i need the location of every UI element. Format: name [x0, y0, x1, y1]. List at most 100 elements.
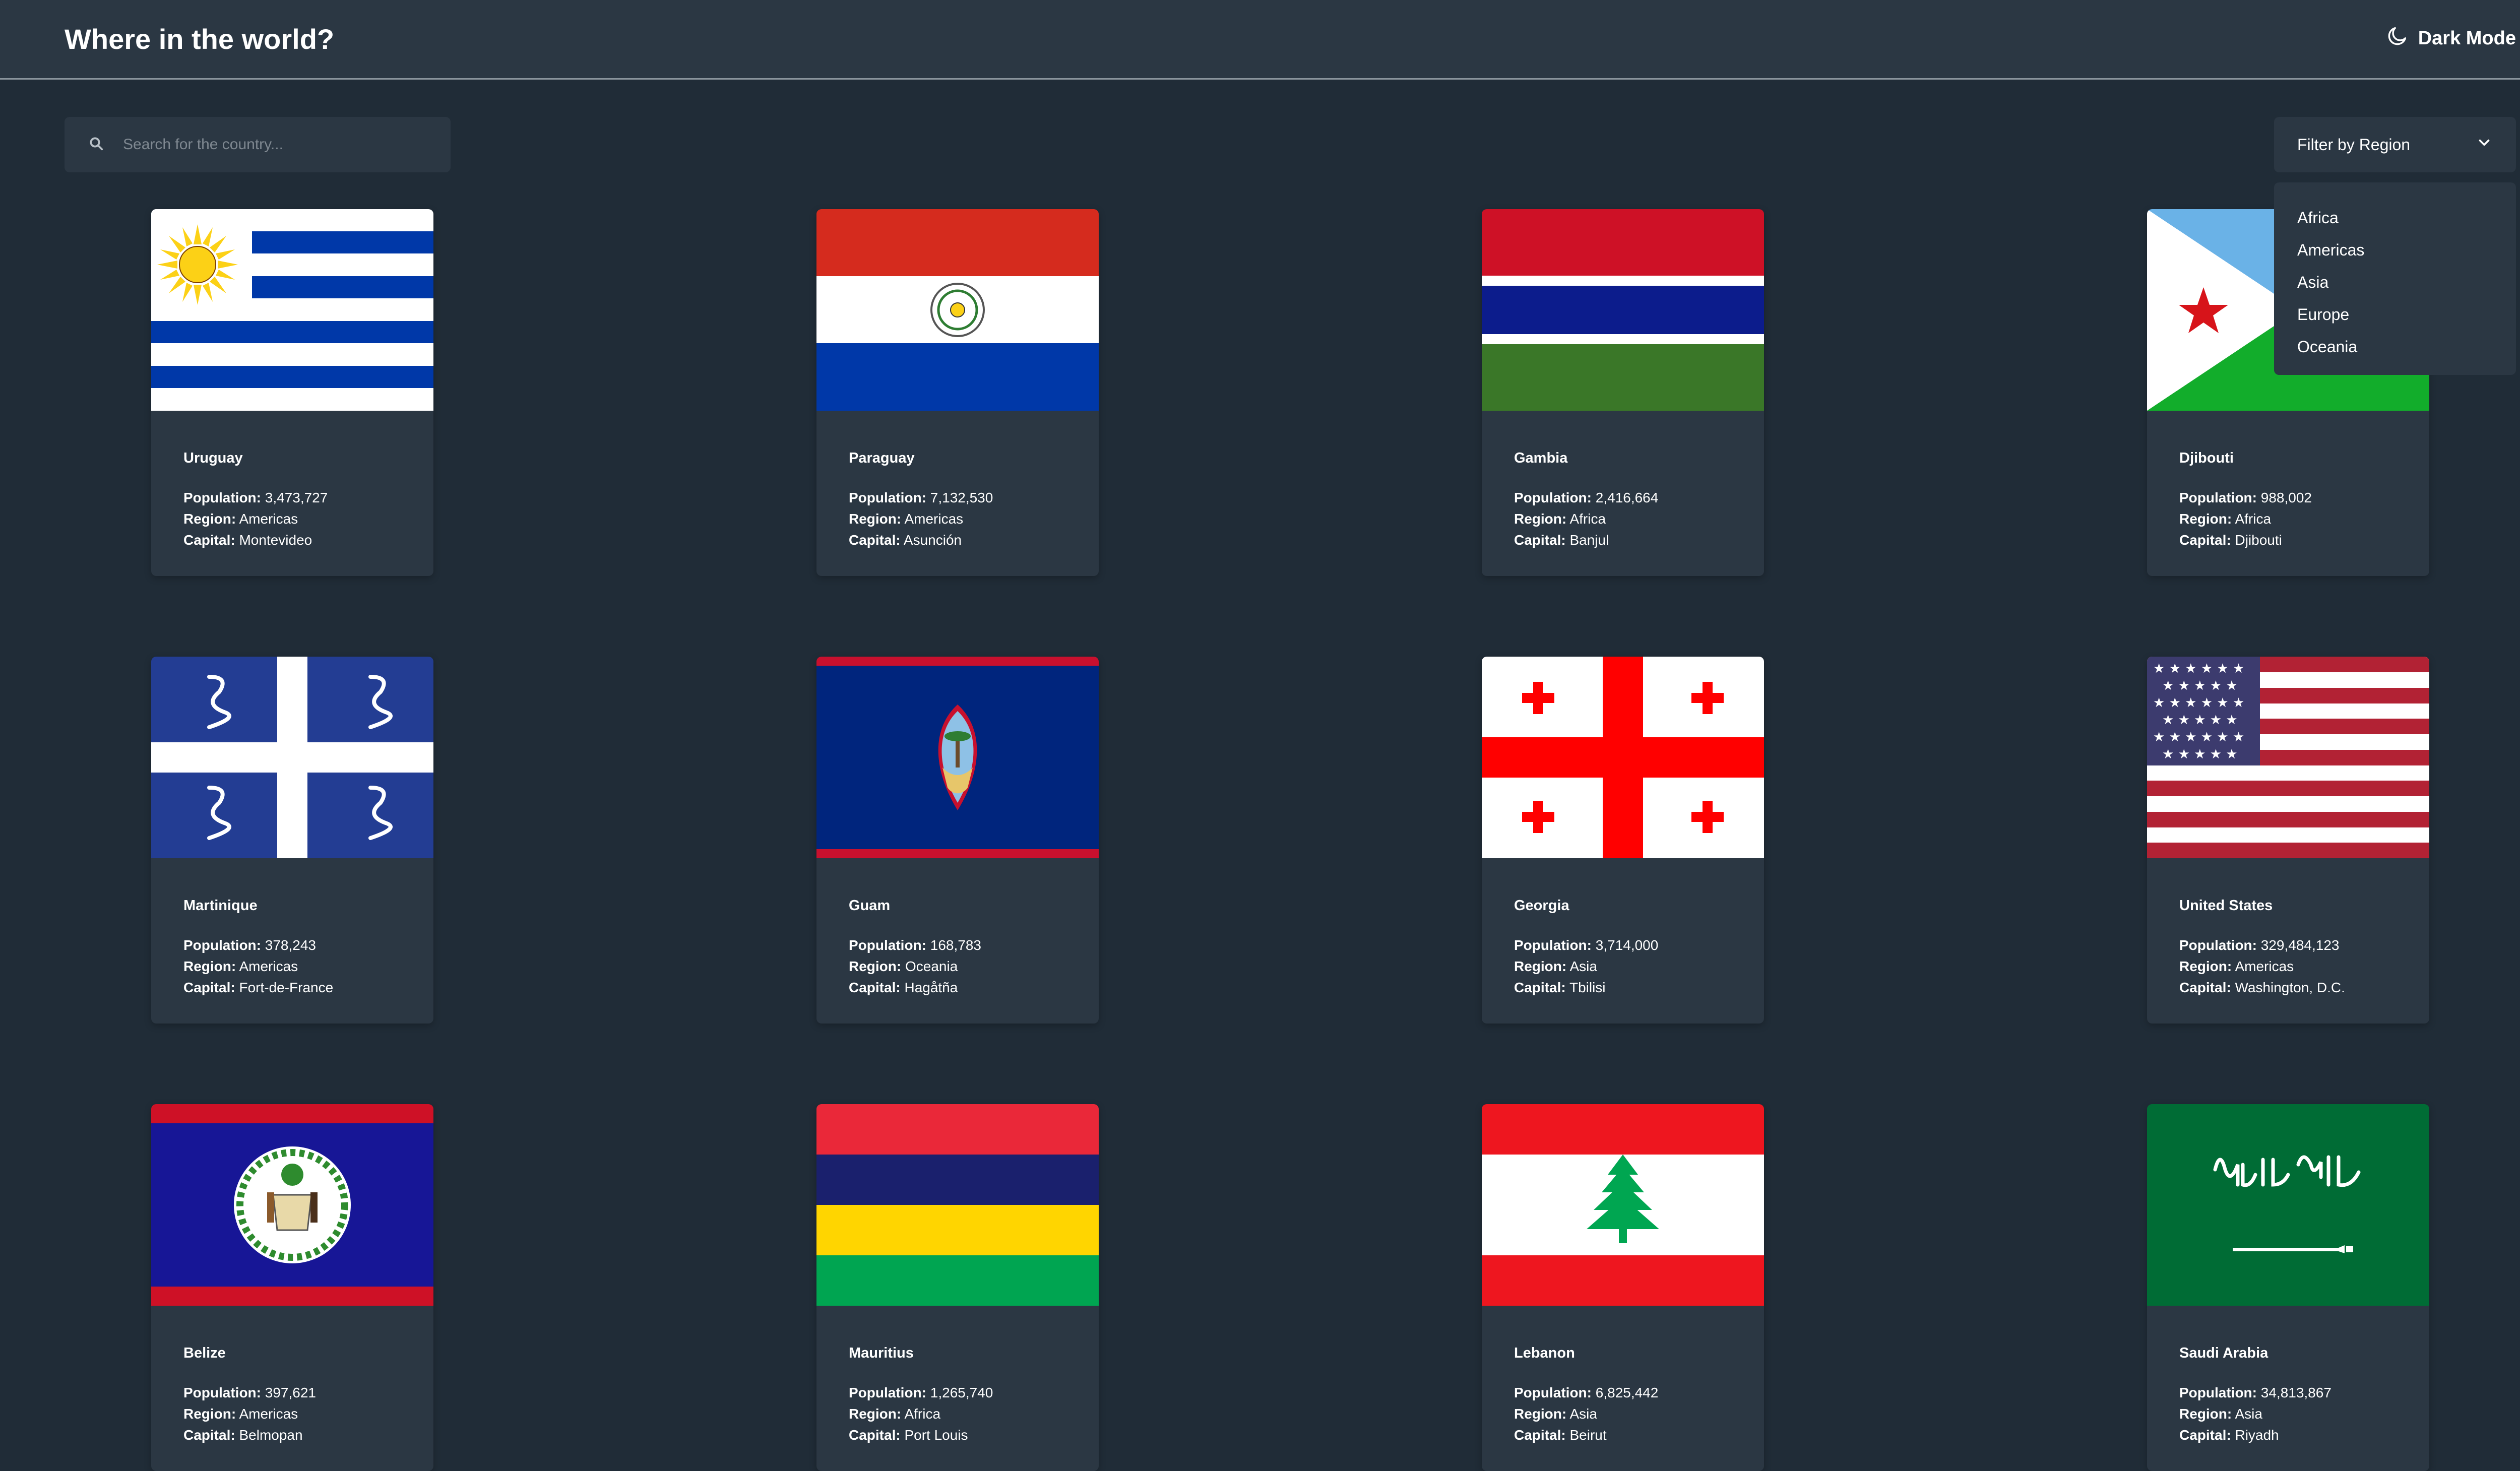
country-card[interactable]: Martinique Population: 378,243 Region: A…: [151, 657, 433, 1024]
country-card[interactable]: Paraguay Population: 7,132,530 Region: A…: [816, 209, 1099, 576]
region-row: Region: Americas: [2179, 956, 2345, 977]
capital-row: Capital: Tbilisi: [1514, 977, 1658, 998]
guam-flag-icon: [816, 657, 1099, 858]
population-value: 34,813,867: [2260, 1385, 2332, 1400]
country-name: United States: [2179, 898, 2273, 914]
population-value: 2,416,664: [1595, 490, 1659, 505]
region-value: Americas: [239, 511, 298, 527]
region-option-africa[interactable]: Africa: [2297, 202, 2493, 234]
region-label: Region:: [1514, 511, 1567, 527]
country-card[interactable]: Georgia Population: 3,714,000 Region: As…: [1482, 657, 1764, 1024]
region-label: Region:: [2179, 511, 2232, 527]
filter-label: Filter by Region: [2297, 135, 2411, 154]
region-value: Africa: [904, 1406, 941, 1422]
population-label: Population:: [1514, 937, 1592, 953]
lebanon-flag-icon: [1482, 1104, 1764, 1306]
svg-text:★ ★ ★ ★ ★: ★ ★ ★ ★ ★: [2162, 747, 2238, 762]
country-details: Population: 329,484,123 Region: Americas…: [2179, 935, 2345, 998]
svg-text:★ ★ ★ ★ ★ ★: ★ ★ ★ ★ ★ ★: [2153, 695, 2244, 711]
region-option-oceania[interactable]: Oceania: [2297, 331, 2493, 363]
population-label: Population:: [1514, 490, 1592, 505]
country-details: Population: 397,621 Region: Americas Cap…: [183, 1382, 316, 1446]
population-label: Population:: [849, 1385, 926, 1400]
region-option-europe[interactable]: Europe: [2297, 298, 2493, 331]
population-label: Population:: [1514, 1385, 1592, 1400]
capital-label: Capital:: [849, 980, 901, 995]
country-card[interactable]: Guam Population: 168,783 Region: Oceania…: [816, 657, 1099, 1024]
region-row: Region: Africa: [1514, 508, 1658, 530]
country-card[interactable]: Lebanon Population: 6,825,442 Region: As…: [1482, 1104, 1764, 1471]
region-value: Asia: [1569, 958, 1597, 974]
chevron-down-icon: [2476, 134, 2493, 155]
country-name: Belize: [183, 1345, 226, 1361]
country-name: Guam: [849, 898, 891, 914]
population-value: 6,825,442: [1595, 1385, 1659, 1400]
country-card[interactable]: Belize Population: 397,621 Region: Ameri…: [151, 1104, 433, 1471]
country-name: Lebanon: [1514, 1345, 1575, 1361]
region-option-americas[interactable]: Americas: [2297, 234, 2493, 266]
capital-row: Capital: Washington, D.C.: [2179, 977, 2345, 998]
region-row: Region: Americas: [183, 1403, 316, 1425]
region-row: Region: Africa: [2179, 508, 2312, 530]
paraguay-flag-icon: [816, 209, 1099, 411]
moon-icon: [2386, 24, 2409, 52]
region-value: Africa: [2235, 511, 2272, 527]
capital-label: Capital:: [1514, 1427, 1566, 1443]
population-value: 378,243: [265, 937, 316, 953]
region-label: Region:: [849, 1406, 902, 1422]
population-label: Population:: [2179, 1385, 2257, 1400]
capital-label: Capital:: [849, 532, 901, 548]
region-option-asia[interactable]: Asia: [2297, 266, 2493, 298]
country-card[interactable]: Saudi Arabia Population: 34,813,867 Regi…: [2147, 1104, 2429, 1471]
capital-row: Capital: Fort-de-France: [183, 977, 333, 998]
capital-label: Capital:: [1514, 532, 1566, 548]
country-card[interactable]: Uruguay Population: 3,473,727 Region: Am…: [151, 209, 433, 576]
region-value: Americas: [2235, 958, 2294, 974]
region-row: Region: Asia: [2179, 1403, 2332, 1425]
capital-row: Capital: Djibouti: [2179, 530, 2312, 551]
country-card[interactable]: ★ ★ ★ ★ ★ ★ ★ ★ ★ ★ ★ ★ ★ ★ ★ ★ ★ ★ ★ ★ …: [2147, 657, 2429, 1024]
country-card[interactable]: Gambia Population: 2,416,664 Region: Afr…: [1482, 209, 1764, 576]
country-name: Georgia: [1514, 898, 1569, 914]
capital-label: Capital:: [2179, 532, 2231, 548]
population-row: Population: 397,621: [183, 1382, 316, 1403]
mauritius-flag-icon: [816, 1104, 1099, 1306]
saudi-arabia-flag-icon: [2147, 1104, 2429, 1306]
country-card[interactable]: Mauritius Population: 1,265,740 Region: …: [816, 1104, 1099, 1471]
capital-value: Hagåtña: [904, 980, 958, 995]
country-details: Population: 7,132,530 Region: Americas C…: [849, 487, 993, 551]
region-label: Region:: [2179, 1406, 2232, 1422]
country-name: Mauritius: [849, 1345, 914, 1361]
region-row: Region: Oceania: [849, 956, 981, 977]
region-filter-select[interactable]: Filter by Region: [2274, 117, 2516, 172]
uruguay-flag-icon: [151, 209, 433, 411]
georgia-flag-icon: [1482, 657, 1764, 858]
app-title: Where in the world?: [65, 23, 335, 55]
population-value: 988,002: [2260, 490, 2312, 505]
capital-label: Capital:: [183, 532, 235, 548]
capital-label: Capital:: [849, 1427, 901, 1443]
search-box[interactable]: [65, 117, 451, 172]
capital-row: Capital: Belmopan: [183, 1425, 316, 1446]
region-value: Americas: [904, 511, 964, 527]
country-details: Population: 168,783 Region: Oceania Capi…: [849, 935, 981, 998]
population-value: 7,132,530: [930, 490, 993, 505]
capital-value: Fort-de-France: [239, 980, 334, 995]
population-row: Population: 988,002: [2179, 487, 2312, 508]
capital-label: Capital:: [2179, 980, 2231, 995]
population-label: Population:: [2179, 490, 2257, 505]
population-value: 397,621: [265, 1385, 316, 1400]
country-name: Paraguay: [849, 450, 915, 466]
dark-mode-toggle[interactable]: Dark Mode: [2386, 22, 2516, 54]
martinique-flag-icon: [151, 657, 433, 858]
region-value: Africa: [1569, 511, 1606, 527]
capital-row: Capital: Asunción: [849, 530, 993, 551]
search-input[interactable]: [122, 136, 426, 154]
region-label: Region:: [849, 958, 902, 974]
population-value: 3,473,727: [265, 490, 328, 505]
region-label: Region:: [183, 511, 236, 527]
population-label: Population:: [849, 937, 926, 953]
capital-value: Belmopan: [239, 1427, 303, 1443]
country-name: Saudi Arabia: [2179, 1345, 2269, 1361]
svg-text:★ ★ ★ ★ ★ ★: ★ ★ ★ ★ ★ ★: [2153, 730, 2244, 745]
